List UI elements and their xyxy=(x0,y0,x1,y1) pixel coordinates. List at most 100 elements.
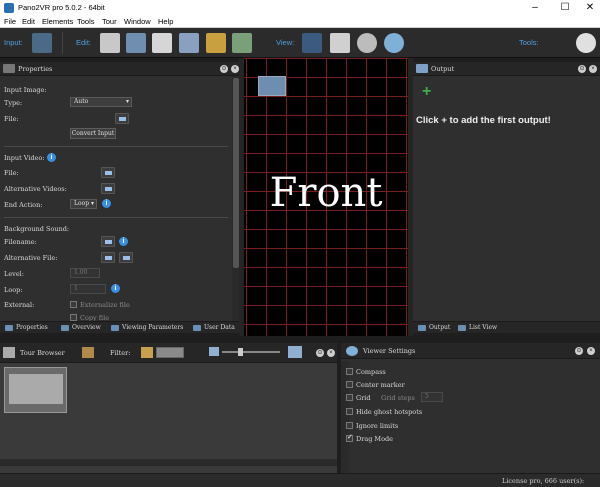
tab-label: User Data xyxy=(204,324,235,331)
folder-icon[interactable] xyxy=(115,113,129,124)
close-panel-icon[interactable]: × xyxy=(231,65,239,73)
horizontal-scrollbar[interactable] xyxy=(0,459,337,466)
end-action-select[interactable]: Loop ▾ xyxy=(70,199,97,209)
tab-user-data[interactable]: User Data xyxy=(192,323,235,333)
externalize-checkbox[interactable] xyxy=(70,301,77,308)
cube-face-label: Front xyxy=(269,170,383,216)
clipboard-icon[interactable] xyxy=(330,33,350,53)
output-hint: Click + to add the first output! xyxy=(416,115,551,126)
view-label: View: xyxy=(276,38,295,47)
slider-handle[interactable] xyxy=(238,348,243,356)
panorama-viewer[interactable]: Front xyxy=(244,58,408,336)
level-spinner[interactable]: 1.00 xyxy=(70,268,100,278)
viewer-settings-header: Viewer Settings ⊙ × xyxy=(341,343,600,359)
license-status: License pro, 666 user(s): xyxy=(502,477,585,485)
info-icon[interactable]: i xyxy=(47,153,56,162)
thumbnail-small-icon xyxy=(209,347,219,356)
thumbnail-image xyxy=(9,374,63,404)
close-panel-icon[interactable]: × xyxy=(589,65,597,73)
properties-tab-icon xyxy=(5,325,13,331)
menu-help[interactable]: Help xyxy=(158,17,173,26)
sort-icon[interactable] xyxy=(82,347,94,358)
properties-icon xyxy=(3,64,15,73)
type-select[interactable]: Auto ▾ xyxy=(70,97,132,107)
minimize-button[interactable]: – xyxy=(520,1,550,15)
tab-output[interactable]: Output xyxy=(417,323,450,333)
convert-input-button[interactable]: Convert Input xyxy=(70,128,116,139)
viewing-parameters-icon[interactable] xyxy=(126,33,146,53)
left-tab-bar: Properties Overview Viewing Parameters U… xyxy=(0,321,242,333)
eye-icon[interactable] xyxy=(384,33,404,53)
ignore-limits-label: Ignore limits xyxy=(356,422,399,430)
add-panorama-icon[interactable] xyxy=(32,33,52,53)
info-icon[interactable]: i xyxy=(102,199,111,208)
hotspot-icon[interactable] xyxy=(179,33,199,53)
folder-icon[interactable] xyxy=(101,167,115,178)
tab-list-view[interactable]: List View xyxy=(457,323,497,333)
drag-mode-checkbox[interactable] xyxy=(346,433,353,442)
divider xyxy=(4,146,228,147)
panorama-thumbnail[interactable] xyxy=(4,367,67,413)
menu-tour[interactable]: Tour xyxy=(102,17,117,26)
viewer-settings-scrollbar[interactable] xyxy=(341,361,349,473)
filter-label: Filter: xyxy=(110,349,131,357)
menu-edit[interactable]: Edit xyxy=(22,17,35,26)
viewing-parameters-tab-icon xyxy=(111,325,119,331)
grid-checkbox[interactable] xyxy=(346,394,353,401)
loop-spinner[interactable]: 1 xyxy=(70,284,106,294)
properties-panel: Properties ⊙ × Input Image: Type: Auto ▾ … xyxy=(0,62,242,322)
float-panel-icon[interactable]: ⊙ xyxy=(575,347,583,355)
tab-label: Output xyxy=(429,324,451,331)
input-label: Input: xyxy=(4,38,23,47)
menu-elements[interactable]: Elements xyxy=(42,17,73,26)
folder-icon[interactable] xyxy=(101,236,115,247)
ignore-limits-checkbox[interactable] xyxy=(346,422,353,429)
add-output-button[interactable]: + xyxy=(422,84,431,100)
right-tab-bar: Output List View xyxy=(413,321,600,333)
copy-file-checkbox[interactable] xyxy=(70,314,77,321)
tools-icon[interactable] xyxy=(232,33,252,53)
patch-icon[interactable] xyxy=(206,33,226,53)
stopwatch-icon[interactable] xyxy=(357,33,377,53)
close-panel-icon[interactable]: × xyxy=(587,347,595,355)
status-bar: License pro, 666 user(s): xyxy=(0,473,600,487)
close-panel-icon[interactable]: × xyxy=(327,349,335,357)
float-panel-icon[interactable]: ⊙ xyxy=(220,65,228,73)
tour-browser-icon[interactable] xyxy=(100,33,120,53)
filter-icon[interactable] xyxy=(141,347,153,358)
info-icon[interactable]: i xyxy=(111,284,120,293)
float-panel-icon[interactable]: ⊙ xyxy=(316,349,324,357)
grid-steps-label: Grid steps xyxy=(381,394,415,402)
filter-color-select[interactable] xyxy=(156,347,184,358)
tab-viewing-parameters[interactable]: Viewing Parameters xyxy=(110,323,183,333)
center-marker-checkbox[interactable] xyxy=(346,381,353,388)
tab-properties[interactable]: Properties xyxy=(4,323,48,333)
menu-bar: File Edit Elements Tools Tour Window Hel… xyxy=(0,16,600,28)
tab-overview[interactable]: Overview xyxy=(60,323,101,333)
user-data-icon[interactable] xyxy=(152,33,172,53)
menu-window[interactable]: Window xyxy=(124,17,151,26)
hide-ghost-hotspots-checkbox[interactable] xyxy=(346,408,353,415)
user-data-tab-icon xyxy=(193,325,201,331)
grid-steps-spinner[interactable]: 5 xyxy=(421,392,443,402)
menu-tools[interactable]: Tools xyxy=(77,17,95,26)
background-sound-section: Background Sound: xyxy=(4,225,70,233)
film-reel-icon[interactable] xyxy=(576,33,596,53)
thumbnail-size-slider[interactable] xyxy=(222,351,280,353)
end-action-value: Loop xyxy=(74,200,90,207)
toolbar: Input: Edit: View: Tools: xyxy=(0,28,600,58)
float-panel-icon[interactable]: ⊙ xyxy=(578,65,586,73)
splitter[interactable] xyxy=(239,58,244,336)
folder-icon[interactable] xyxy=(101,183,115,194)
menu-file[interactable]: File xyxy=(4,17,16,26)
folder-icon[interactable] xyxy=(119,252,133,263)
info-icon[interactable]: i xyxy=(119,237,128,246)
add-alternative-icon[interactable] xyxy=(101,252,115,263)
alt-file-label: Alternative File: xyxy=(4,254,58,262)
compass-checkbox[interactable] xyxy=(346,368,353,375)
hide-ghost-hotspots-label: Hide ghost hotspots xyxy=(356,408,423,416)
thumbnail-large-icon xyxy=(288,346,302,358)
close-button[interactable]: ✕ xyxy=(575,1,600,15)
binoculars-icon[interactable] xyxy=(302,33,322,53)
panorama-icon xyxy=(258,76,286,96)
